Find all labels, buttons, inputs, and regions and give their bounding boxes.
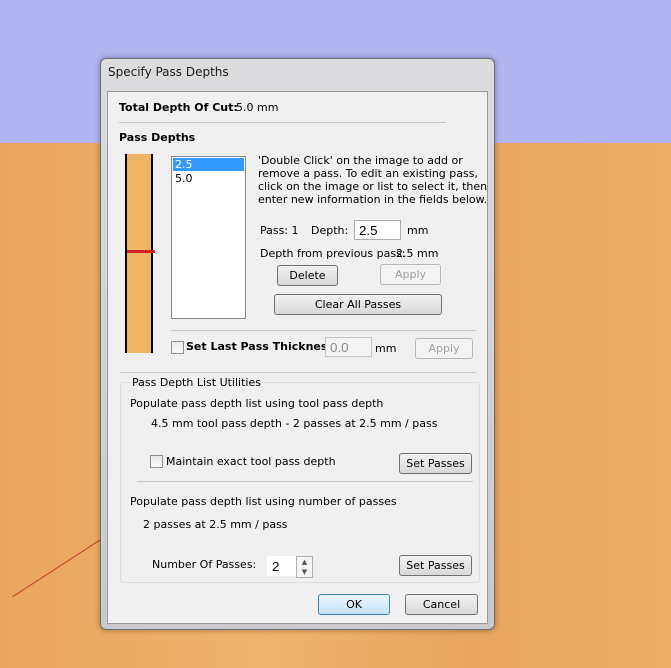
number-of-passes-spinner[interactable]: ▲ ▼ [296,556,313,578]
instructions-text: 'Double Click' on the image to add or rem… [258,154,488,206]
cancel-button[interactable]: Cancel [405,594,478,615]
divider [137,481,473,482]
number-of-passes-input[interactable] [267,556,297,576]
tool-depth-summary: 4.5 mm tool pass depth - 2 passes at 2.5… [151,417,438,430]
pass-depth-list-utilities-group [120,382,480,583]
num-passes-summary: 2 passes at 2.5 mm / pass [143,518,288,531]
prev-depth-value: 2.5 mm [396,247,439,260]
specify-pass-depths-dialog: Specify Pass Depths Total Depth Of Cut: … [100,58,495,630]
set-last-pass-label: Set Last Pass Thickness [186,340,334,353]
total-depth-value: 5.0 mm [236,101,279,114]
maintain-exact-depth-label: Maintain exact tool pass depth [166,455,336,468]
dialog-title: Specify Pass Depths [108,65,229,79]
number-of-passes-label: Number Of Passes: [152,558,257,571]
set-passes-count-button[interactable]: Set Passes [399,555,472,576]
pass-depth-list[interactable]: 2.5 5.0 [171,156,246,319]
maintain-exact-depth-checkbox[interactable] [150,455,163,468]
set-passes-tool-button[interactable]: Set Passes [399,453,472,474]
last-pass-apply-button[interactable]: Apply [415,338,473,359]
last-pass-unit: mm [375,342,397,355]
divider [120,372,476,373]
depth-label: Depth: [311,224,349,237]
last-pass-thickness-input[interactable] [325,337,372,357]
total-depth-label: Total Depth Of Cut: [119,101,238,114]
num-passes-heading: Populate pass depth list using number of… [130,495,397,508]
clear-all-passes-button[interactable]: Clear All Passes [274,294,442,315]
tool-depth-heading: Populate pass depth list using tool pass… [130,397,384,410]
spin-up-icon[interactable]: ▲ [297,557,312,567]
spin-down-icon[interactable]: ▼ [297,567,312,577]
list-item[interactable]: 2.5 [173,158,244,171]
list-item[interactable]: 5.0 [173,172,244,185]
pass-marker[interactable] [127,250,155,253]
utilities-legend: Pass Depth List Utilities [130,376,263,389]
divider [119,122,446,123]
apply-button[interactable]: Apply [380,264,441,285]
ok-button[interactable]: OK [318,594,390,615]
pass-depth-image[interactable] [125,154,155,353]
pass-depths-heading: Pass Depths [119,131,196,144]
dialog-body: Total Depth Of Cut: 5.0 mm Pass Depths 2… [107,91,488,624]
prev-depth-label: Depth from previous pass: [260,247,406,260]
depth-input[interactable] [354,220,401,240]
depth-unit: mm [407,224,429,237]
pass-number-label: Pass: 1 [260,224,299,237]
delete-button[interactable]: Delete [277,265,338,286]
divider [171,330,476,331]
set-last-pass-checkbox[interactable] [171,341,184,354]
